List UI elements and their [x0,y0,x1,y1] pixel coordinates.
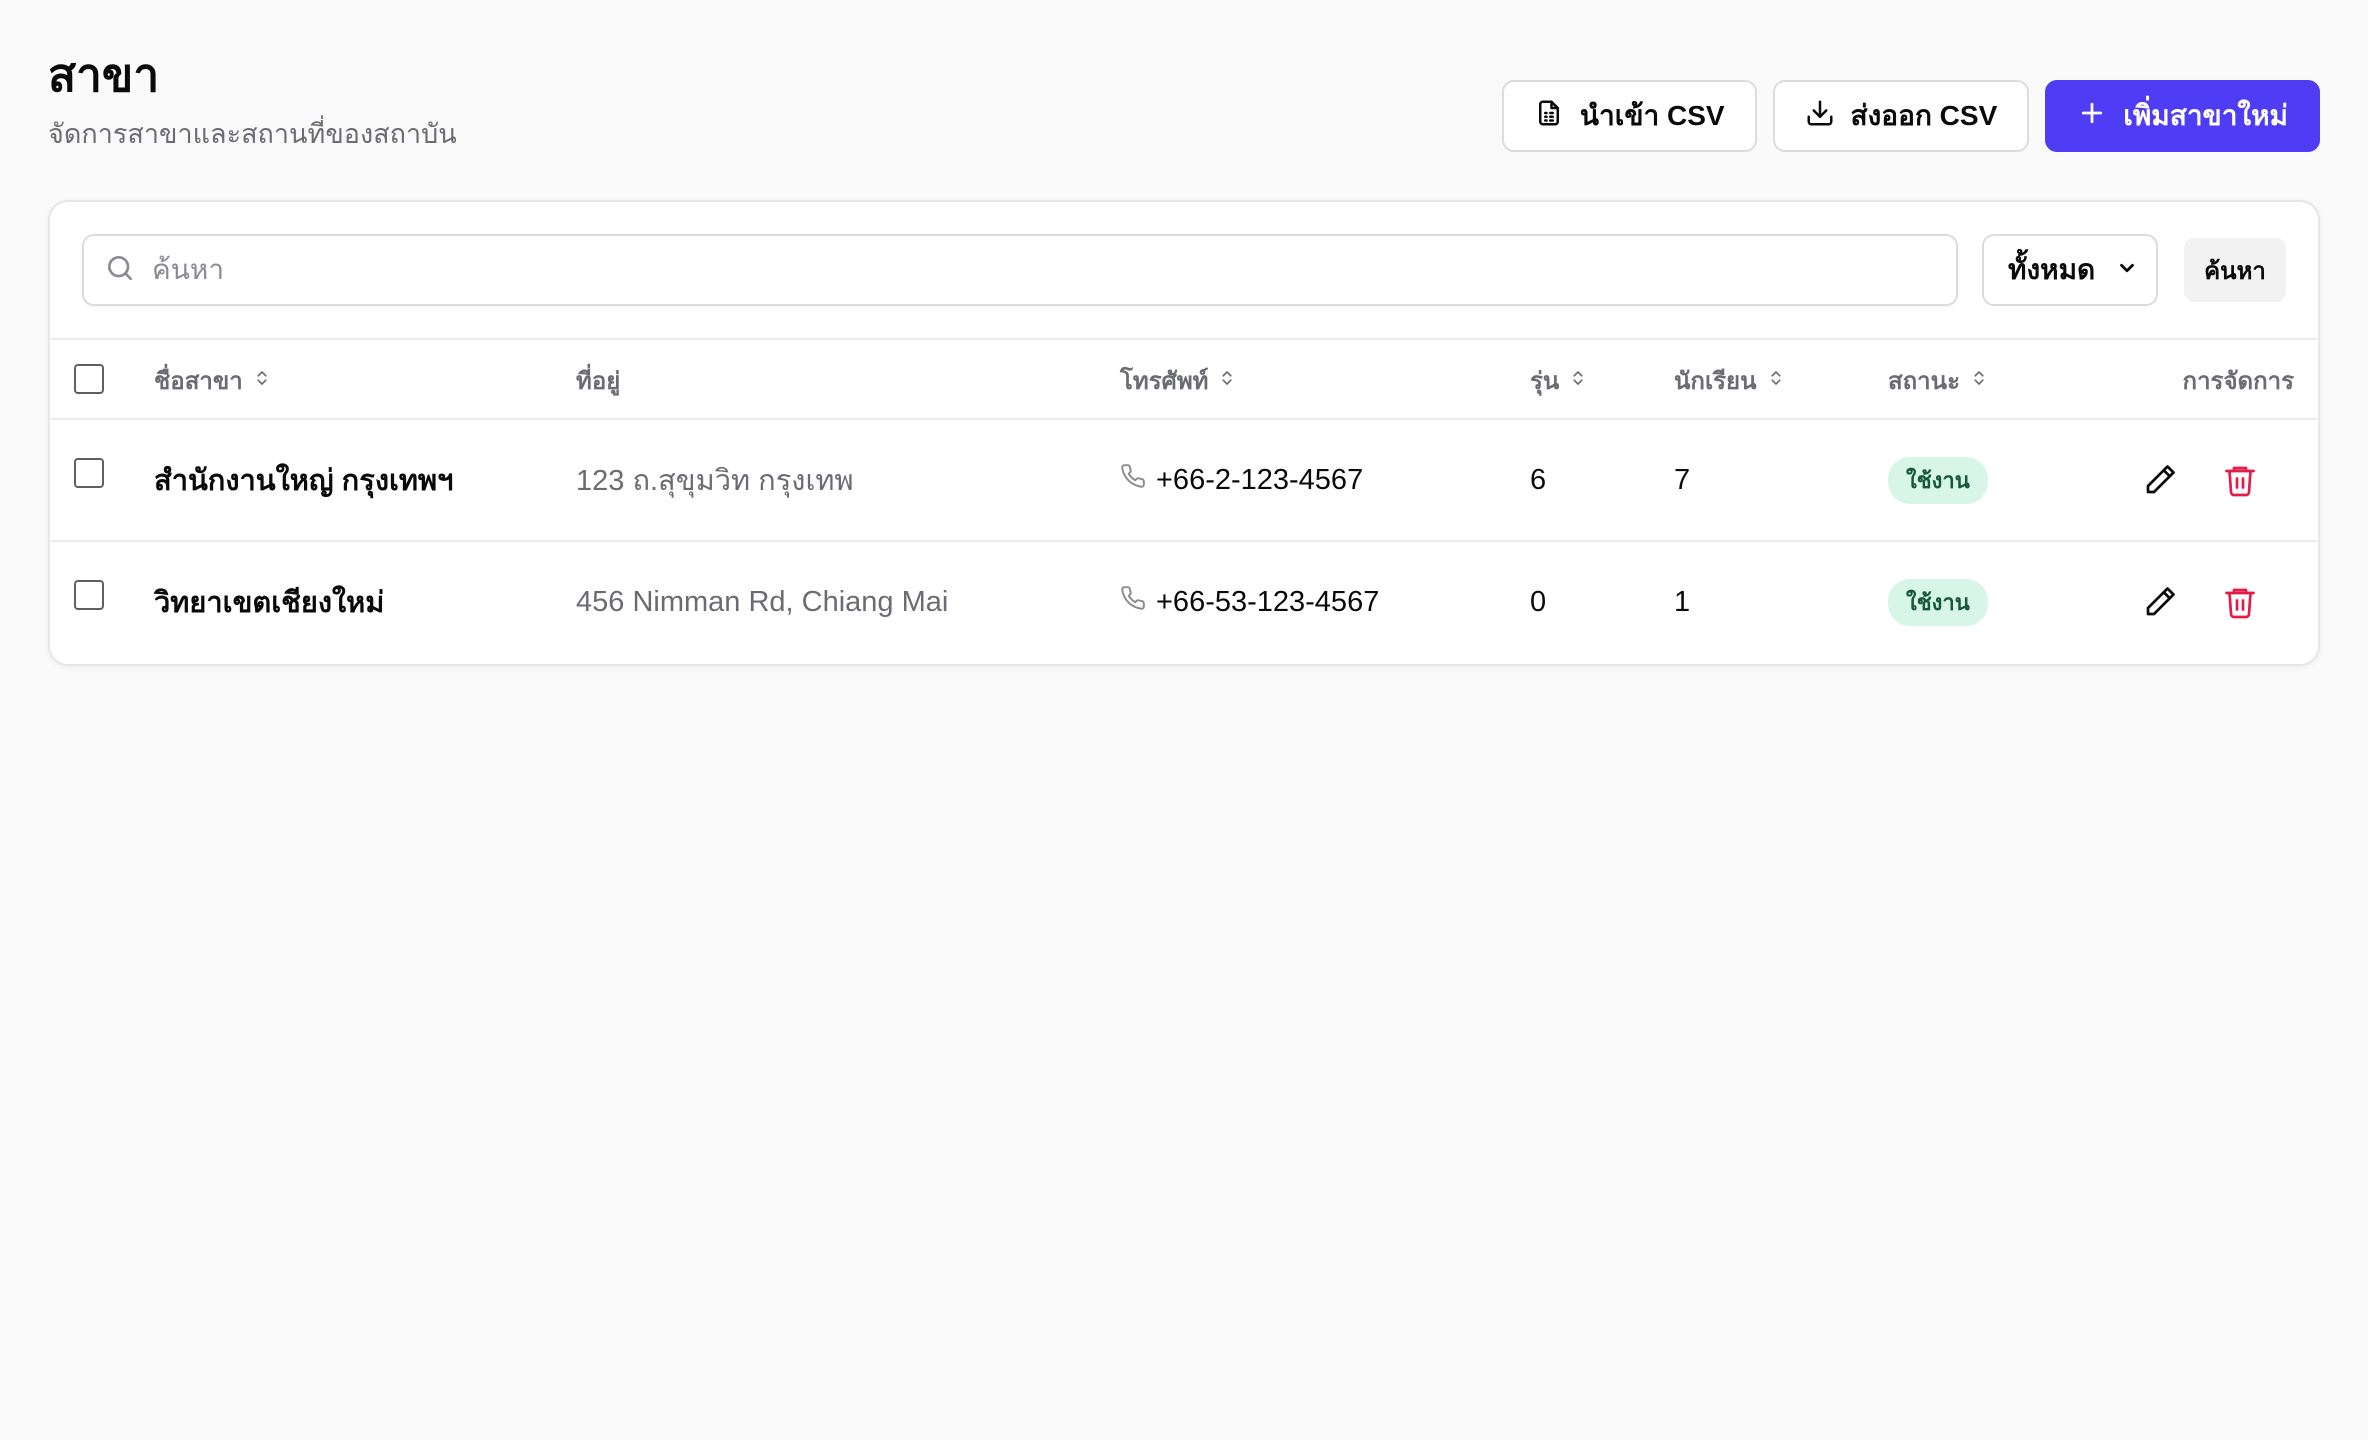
page-subtitle: จัดการสาขาและสถานที่ของสถาบัน [48,119,457,149]
import-csv-button[interactable]: นำเข้า CSV [1501,80,1757,152]
column-header-name[interactable]: ชื่อสาขา [154,340,271,420]
header-actions: นำเข้า CSV ส่งออก CSV เพิ่มสาขาใหม่ [1501,80,2320,152]
plus-icon [2077,98,2107,135]
column-header-label: สถานะ [1888,367,1960,395]
column-header-label: การจัดการ [2182,367,2294,395]
status-badge: ใช้งาน [1888,456,1988,504]
column-header-batches[interactable]: รุ่น [1530,340,1587,420]
download-icon [1805,98,1835,135]
edit-button[interactable] [2142,584,2178,620]
search-button[interactable]: ค้นหา [2184,238,2286,302]
status-filter-value: ทั้งหมด [2008,254,2096,285]
phone-icon [1120,463,1156,497]
delete-button[interactable] [2222,462,2258,498]
branch-batches: 6 [1530,463,1547,496]
status-filter-select[interactable]: ทั้งหมด [1982,234,2158,306]
chevron-down-icon [2116,254,2138,286]
add-branch-button[interactable]: เพิ่มสาขาใหม่ [2045,80,2320,152]
status-cell: ใช้งาน [1888,420,1988,540]
status-cell: ใช้งาน [1888,542,1988,662]
phone-number: +66-2-123-4567 [1156,463,1364,496]
table-header: ชื่อสาขา ที่อยู่ โทรศัพท์ รุ่น นักเรียน … [50,338,2318,420]
branch-phone: +66-2-123-4567 [1120,420,1363,540]
search-input[interactable] [150,253,1956,287]
column-header-phone[interactable]: โทรศัพท์ [1120,340,1236,420]
branch-students: 1 [1674,585,1691,618]
phone-icon [1120,585,1156,619]
table-row: วิทยาเขตเชียงใหม่ 456 Nimman Rd, Chiang … [50,542,2318,664]
branch-address: 456 Nimman Rd, Chiang Mai [576,585,949,618]
edit-button[interactable] [2142,462,2178,498]
sort-icon [253,366,271,394]
column-header-status[interactable]: สถานะ [1888,340,1988,420]
trash-icon [2222,466,2258,502]
trash-icon [2222,588,2258,624]
select-all-checkbox[interactable] [74,364,104,394]
sort-icon [1970,366,1988,394]
column-header-label: โทรศัพท์ [1120,367,1209,395]
sort-icon [1569,366,1587,394]
row-checkbox[interactable] [74,580,104,610]
search-box[interactable] [82,234,1958,306]
column-header-students[interactable]: นักเรียน [1674,340,1785,420]
sort-icon [1218,366,1236,394]
search-icon [104,252,136,289]
column-header-address: ที่อยู่ [576,340,620,420]
delete-button[interactable] [2222,584,2258,620]
phone-number: +66-53-123-4567 [1156,585,1380,618]
pencil-icon [2142,465,2178,502]
file-csv-icon [1534,98,1564,135]
row-checkbox[interactable] [74,458,104,488]
add-branch-label: เพิ่มสาขาใหม่ [2123,100,2288,131]
export-csv-button[interactable]: ส่งออก CSV [1772,80,2030,152]
branch-name: วิทยาเขตเชียงใหม่ [154,587,385,619]
branches-card: ทั้งหมด ค้นหา ชื่อสาขา ที่อยู่ โทรศัพท์ … [48,200,2320,666]
branch-name: สำนักงานใหญ่ กรุงเทพฯ [154,465,454,497]
page-title: สาขา [48,49,160,101]
sort-icon [1767,366,1785,394]
branch-students: 7 [1674,463,1691,496]
export-csv-label: ส่งออก CSV [1850,100,1998,131]
column-header-label: ที่อยู่ [576,367,621,395]
status-badge: ใช้งาน [1888,578,1988,626]
branch-batches: 0 [1530,585,1547,618]
branch-address: 123 ถ.สุขุมวิท กรุงเทพ [576,465,854,497]
column-header-actions: การจัดการ [2183,340,2294,420]
pencil-icon [2142,587,2178,624]
branch-phone: +66-53-123-4567 [1120,542,1379,662]
table-row: สำนักงานใหญ่ กรุงเทพฯ 123 ถ.สุขุมวิท กรุ… [50,420,2318,542]
column-header-label: รุ่น [1530,367,1560,395]
column-header-label: นักเรียน [1674,367,1757,395]
import-csv-label: นำเข้า CSV [1579,100,1725,131]
column-header-label: ชื่อสาขา [154,367,243,395]
